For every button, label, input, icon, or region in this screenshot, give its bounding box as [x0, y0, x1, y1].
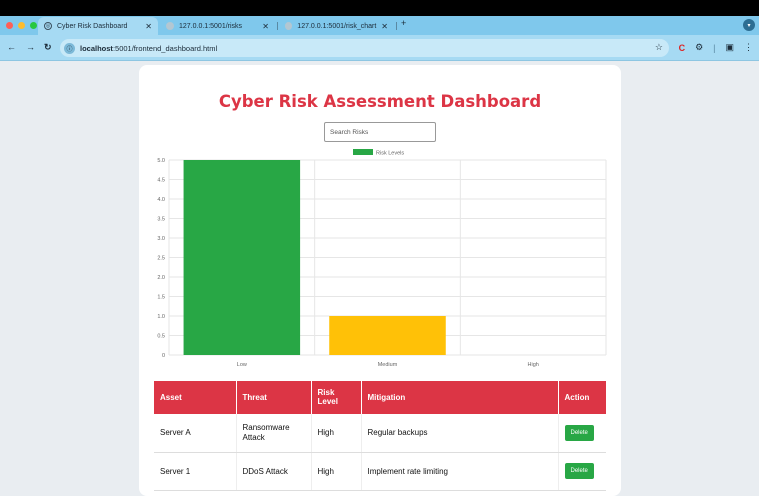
toolbar-divider: |	[713, 42, 716, 53]
favicon-icon	[166, 22, 174, 30]
close-tab-icon[interactable]: ✕	[381, 22, 388, 31]
tab-strip: ◎ Cyber Risk Dashboard ✕ 127.0.0.1:5001/…	[0, 16, 759, 35]
legend-label: Risk Levels	[376, 151, 404, 157]
x-tick-label: Medium	[378, 362, 398, 368]
risk-table: Asset Threat Risk Level Mitigation Actio…	[154, 381, 606, 491]
close-tab-icon[interactable]: ✕	[262, 22, 269, 31]
close-window-button[interactable]	[6, 22, 13, 29]
bar-medium	[329, 316, 446, 355]
header-asset: Asset	[154, 381, 237, 414]
table-row: Server A Ransomware Attack High Regular …	[154, 414, 606, 453]
y-tick-label: 4.5	[157, 178, 165, 184]
menu-kebab-icon[interactable]: ⋮	[744, 42, 753, 53]
cell-mitigation: Regular backups	[361, 414, 559, 453]
url-host: localhost	[80, 43, 113, 53]
tab-divider	[277, 22, 278, 30]
extension-c-icon[interactable]: C	[679, 43, 686, 53]
tab-risks[interactable]: 127.0.0.1:5001/risks ✕	[160, 17, 275, 35]
cell-threat: DDoS Attack	[236, 452, 312, 491]
cell-risk-level: High	[311, 414, 362, 453]
delete-button[interactable]: Delete	[564, 463, 594, 479]
reload-icon[interactable]: ↻	[44, 42, 52, 53]
header-action: Action	[558, 381, 606, 414]
browser-toolbar: ← → ↻ ⓘ localhost:5001/frontend_dashboar…	[0, 35, 759, 61]
x-tick-label: Low	[237, 362, 247, 368]
close-tab-icon[interactable]: ✕	[145, 22, 152, 31]
y-tick-label: 1.0	[157, 314, 165, 320]
y-tick-label: 2.0	[157, 275, 165, 281]
maximize-window-button[interactable]	[30, 22, 37, 29]
x-tick-label: High	[528, 362, 539, 368]
table-header-row: Asset Threat Risk Level Mitigation Actio…	[154, 381, 606, 414]
new-tab-button[interactable]: +	[401, 18, 406, 28]
cell-risk-level: High	[311, 452, 362, 491]
cell-asset: Server A	[154, 414, 237, 453]
header-mitigation: Mitigation	[361, 381, 559, 414]
forward-arrow-icon[interactable]: →	[26, 42, 35, 52]
risk-level-chart: 0 0.5 1.0 1.5 2.0 2.5 3.0 3.5 4.0 4.5 5.0 Low Medium…	[157, 149, 607, 368]
tab-divider	[396, 22, 397, 30]
legend-swatch	[353, 149, 373, 155]
table-row: Server 1 DDoS Attack High Implement rate…	[154, 452, 606, 491]
tab-label: Cyber Risk Dashboard	[57, 22, 128, 30]
y-tick-label: 2.5	[157, 256, 165, 262]
window-controls	[6, 22, 37, 29]
cell-action: Delete	[558, 414, 606, 453]
y-tick-label: 4.0	[157, 197, 165, 203]
favicon-icon	[285, 22, 293, 30]
extensions-puzzle-icon[interactable]: ⚙	[695, 42, 703, 53]
back-arrow-icon[interactable]: ←	[7, 42, 16, 52]
y-tick-label: 1.5	[157, 295, 165, 301]
cell-action: Delete	[558, 452, 606, 491]
header-threat: Threat	[236, 381, 312, 414]
tab-label: 127.0.0.1:5001/risks	[179, 22, 243, 30]
os-menu-bar	[0, 0, 759, 16]
dashboard-card: Cyber Risk Assessment Dashboard 0 0.5 1.0 1…	[139, 65, 621, 496]
site-info-icon[interactable]: ⓘ	[64, 42, 75, 54]
tab-label: 127.0.0.1:5001/risk_chart	[297, 22, 377, 30]
profile-icon[interactable]: ▣	[725, 42, 734, 53]
cell-mitigation: Implement rate limiting	[361, 452, 559, 491]
y-tick-label: 0.5	[157, 334, 165, 340]
cell-threat: Ransomware Attack	[236, 414, 312, 453]
delete-button[interactable]: Delete	[564, 424, 594, 441]
url-path: :5001/frontend_dashboard.html	[112, 43, 218, 53]
y-tick-label: 3.0	[157, 236, 165, 242]
bar-low	[183, 160, 301, 355]
cell-asset: Server 1	[154, 452, 237, 491]
minimize-window-button[interactable]	[18, 22, 25, 29]
bookmark-star-icon[interactable]: ☆	[655, 42, 663, 53]
address-bar[interactable]: ⓘ localhost:5001/frontend_dashboard.html…	[60, 39, 669, 57]
search-input[interactable]	[324, 122, 436, 142]
tab-risk-chart[interactable]: 127.0.0.1:5001/risk_chart ✕	[279, 17, 394, 35]
tab-cyber-risk-dashboard[interactable]: ◎ Cyber Risk Dashboard ✕	[38, 17, 158, 35]
y-tick-label: 5.0	[157, 158, 165, 164]
tab-search-chevron-icon[interactable]: ▾	[743, 19, 755, 31]
y-tick-label: 3.5	[157, 217, 165, 223]
header-risk-level: Risk Level	[311, 381, 362, 414]
y-tick-label: 0	[162, 353, 165, 359]
page-title: Cyber Risk Assessment Dashboard	[218, 92, 542, 111]
globe-icon: ◎	[44, 22, 52, 30]
